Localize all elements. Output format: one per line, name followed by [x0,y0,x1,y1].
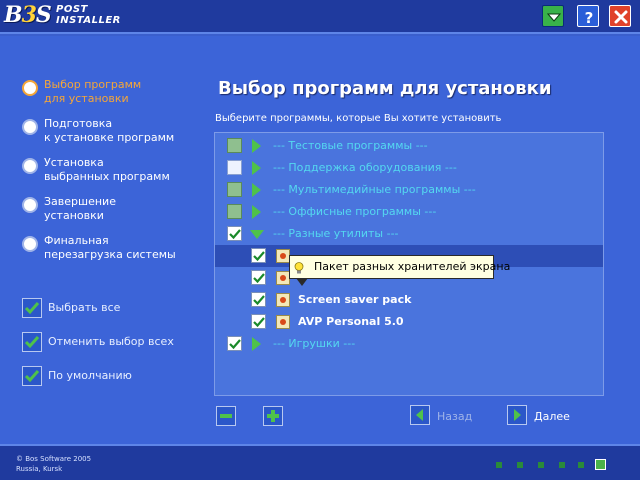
check-icon [22,332,42,352]
progress-dot [538,462,544,468]
item-tooltip: Пакет разных хранителей экрана [289,255,510,279]
page-title: Выбор программ для установки [218,78,552,99]
progress-dot [496,462,502,468]
expand-all-button[interactable] [263,406,283,426]
step-indicator-icon [22,197,38,213]
tooltip-tail [296,278,308,286]
item-checkbox[interactable] [251,292,266,307]
group-checkbox[interactable] [227,160,242,175]
check-icon [229,339,241,350]
logo-name: POST INSTALLER [56,4,121,26]
deselect-all-button[interactable]: Отменить выбор всех [22,331,192,353]
item-checkbox[interactable] [251,270,266,285]
list-group-row[interactable]: --- Игрушки --- [215,333,603,355]
copyright-text: © Bos Software 2005 Russia, Kursk [16,455,92,473]
check-icon [253,317,265,328]
check-icon [253,295,265,306]
logo-bs: B3S [4,2,52,28]
header-bar: B3S POST INSTALLER ? [0,0,640,34]
check-icon [22,298,42,318]
steps-panel: Выбор программ для установки Подготовка … [0,36,200,444]
program-icon [276,249,290,263]
group-checkbox[interactable] [227,138,242,153]
lightbulb-icon [294,262,304,274]
program-icon [276,315,290,329]
select-all-button[interactable]: Выбрать все [22,297,192,319]
progress-dot [559,462,565,468]
group-checkbox[interactable] [227,336,242,351]
plus-icon [267,410,279,422]
progress-dot [517,462,523,468]
item-checkbox[interactable] [251,248,266,263]
help-icon: ? [585,9,594,27]
program-icon [276,271,290,285]
arrow-right-icon [507,405,527,425]
collapse-all-button[interactable] [216,406,236,426]
list-group-row[interactable]: --- Оффисные программы --- [215,201,603,223]
arrow-left-icon [410,405,430,425]
list-group-row[interactable]: --- Поддержка оборудования --- [215,157,603,179]
step-indicator-icon [22,236,38,252]
svg-text:?: ? [585,9,594,27]
default-selection-button[interactable]: По умолчанию [22,365,192,387]
collapse-arrow-icon[interactable] [250,230,264,239]
installer-window: B3S POST INSTALLER ? Выбор программ для … [0,0,640,480]
close-button[interactable] [609,5,631,27]
check-icon [22,366,42,386]
check-icon [253,251,265,262]
list-group-row[interactable]: --- Разные утилиты --- [215,223,603,245]
list-group-row[interactable]: --- Тестовые программы --- [215,135,603,157]
expand-arrow-icon[interactable] [252,139,261,153]
close-icon [614,10,628,24]
check-icon [229,229,241,240]
step-indicator-icon [22,158,38,174]
group-checkbox[interactable] [227,204,242,219]
main-panel: Выбор программ для установки Выберите пр… [200,36,640,444]
app-logo: B3S POST INSTALLER [4,2,154,32]
list-group-row[interactable]: --- Мультимедийные программы --- [215,179,603,201]
step-indicator-icon [22,80,38,96]
progress-dot-current [595,459,606,470]
footer-bar: © Bos Software 2005 Russia, Kursk [0,444,640,480]
minus-icon [220,414,232,418]
expand-arrow-icon[interactable] [252,161,261,175]
progress-dot [578,462,584,468]
list-item-row[interactable]: Screen saver pack [215,289,603,311]
item-checkbox[interactable] [251,314,266,329]
menu-down-button[interactable] [542,5,564,27]
check-icon [253,273,265,284]
expand-arrow-icon[interactable] [252,205,261,219]
list-item-row[interactable]: AVP Personal 5.0 [215,311,603,333]
page-subtitle: Выберите программы, которые Вы хотите ус… [215,113,502,124]
group-checkbox[interactable] [227,182,242,197]
step-indicator-icon [22,119,38,135]
expand-arrow-icon[interactable] [252,183,261,197]
group-checkbox[interactable] [227,226,242,241]
expand-arrow-icon[interactable] [252,337,261,351]
help-button[interactable]: ? [577,5,599,27]
program-icon [276,293,290,307]
chevron-down-icon [546,13,562,22]
